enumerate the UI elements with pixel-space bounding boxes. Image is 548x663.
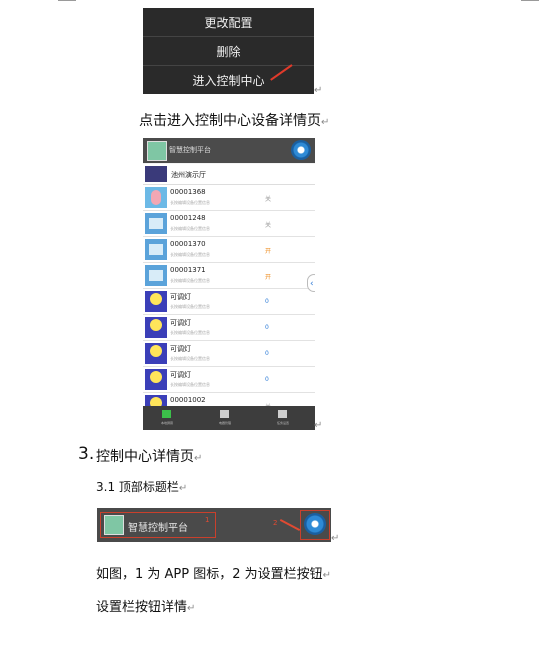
app-icon — [147, 141, 167, 161]
device-hint: 长按编辑设备位置信息 — [170, 330, 210, 335]
device-row[interactable]: 可调灯长按编辑设备位置信息 0 — [143, 341, 315, 367]
device-status[interactable]: 开 — [265, 272, 271, 281]
paragraph-mark: ↵ — [314, 420, 323, 431]
settings-button-detail-paragraph: 设置栏按钮详情↵ — [96, 600, 196, 615]
device-status[interactable]: 0 — [265, 376, 269, 383]
hall-name: 池州演示厅 — [171, 171, 206, 179]
device-name: 可调灯 — [170, 345, 191, 353]
subsection-title: 3.1 顶部标题栏↵ — [96, 480, 188, 494]
device-status[interactable]: 0 — [265, 350, 269, 357]
device-status[interactable]: 0 — [265, 298, 269, 305]
bulb-icon — [145, 291, 167, 312]
bottom-nav: 本地屏幕 电器管理 任务设置 — [143, 406, 315, 430]
side-collapse-handle[interactable]: ‹ — [307, 274, 315, 292]
device-hint: 长按编辑设备位置信息 — [170, 278, 210, 283]
phone-app-title: 智慧控制平台 — [169, 146, 211, 154]
nav-icon — [278, 410, 287, 418]
device-name: 00001002 — [170, 396, 206, 404]
callout-number-1: 1 — [205, 516, 210, 524]
title-bar-app-title: 智慧控制平台 — [128, 523, 188, 534]
device-status[interactable]: 关 — [265, 220, 271, 229]
section-title: 控制中心详情页↵ — [96, 449, 203, 465]
device-name: 可调灯 — [170, 371, 191, 379]
device-row[interactable]: 可调灯长按编辑设备位置信息 0 — [143, 289, 315, 315]
nav-item[interactable]: 任务设置 — [263, 408, 303, 428]
device-name: 00001370 — [170, 240, 206, 248]
menu-item-change-config[interactable]: 更改配置 — [143, 8, 314, 36]
settings-gear-icon[interactable] — [304, 513, 326, 535]
context-menu-screenshot: 更改配置 删除 进入控制中心 — [143, 8, 314, 94]
nav-item[interactable]: 本地屏幕 — [147, 408, 187, 428]
device-hint: 长按编辑设备位置信息 — [170, 382, 210, 387]
device-name: 00001248 — [170, 214, 206, 222]
switch-icon — [145, 265, 167, 286]
device-name: 可调灯 — [170, 319, 191, 327]
device-status[interactable]: 开 — [265, 246, 271, 255]
callout-number-2: 2 — [273, 519, 278, 527]
nav-icon — [220, 410, 229, 418]
callout-arrow-icon — [279, 518, 301, 532]
bulb-icon — [145, 369, 167, 390]
device-row[interactable]: 可调灯长按编辑设备位置信息 0 — [143, 367, 315, 393]
switch-icon — [145, 239, 167, 260]
nav-label: 电器管理 — [218, 421, 231, 425]
hall-header[interactable]: 池州演示厅 — [143, 164, 315, 185]
nav-label: 任务设置 — [276, 421, 289, 425]
title-bar-screenshot: 智慧控制平台 1 2 — [97, 508, 331, 542]
device-status[interactable]: 关 — [265, 194, 271, 203]
device-row[interactable]: 00001368 长按编辑设备位置信息 关 — [143, 185, 315, 211]
device-row[interactable]: 可调灯长按编辑设备位置信息 0 — [143, 315, 315, 341]
device-status[interactable]: 0 — [265, 324, 269, 331]
switch-icon — [145, 213, 167, 234]
device-hint: 长按编辑设备位置信息 — [170, 226, 210, 231]
page-corner-mark-left — [58, 0, 76, 1]
bulb-icon — [145, 343, 167, 364]
nav-item[interactable]: 电器管理 — [205, 408, 245, 428]
settings-gear-icon[interactable] — [291, 140, 311, 160]
device-hint: 长按编辑设备位置信息 — [170, 304, 210, 309]
bulb-icon — [145, 317, 167, 338]
paragraph-mark: ↵ — [314, 85, 323, 96]
section-number: 3. — [78, 444, 95, 464]
app-icon — [104, 515, 124, 535]
device-row[interactable]: 00001248 长按编辑设备位置信息 关 — [143, 211, 315, 237]
device-hint: 长按编辑设备位置信息 — [170, 356, 210, 361]
device-row[interactable]: 00001371 长按编辑设备位置信息 开 — [143, 263, 315, 289]
menu-item-delete[interactable]: 删除 — [143, 36, 314, 65]
device-name: 00001371 — [170, 266, 206, 274]
paragraph-mark: ↵ — [331, 533, 340, 544]
description-paragraph: 如图，1 为 APP 图标，2 为设置栏按钮↵ — [96, 567, 332, 582]
device-hint: 长按编辑设备位置信息 — [170, 200, 210, 205]
caption-enter-control-center: 点击进入控制中心设备详情页↵ — [139, 113, 330, 129]
device-name: 00001368 — [170, 188, 206, 196]
nav-icon — [162, 410, 171, 418]
nav-label: 本地屏幕 — [160, 421, 173, 425]
page-corner-mark-right — [521, 0, 539, 1]
device-icon — [145, 187, 167, 208]
device-row[interactable]: 00001370 长按编辑设备位置信息 开 — [143, 237, 315, 263]
device-hint: 长按编辑设备位置信息 — [170, 252, 210, 257]
menu-item-enter-control-center[interactable]: 进入控制中心 — [143, 65, 314, 94]
device-list-screenshot: 智慧控制平台 池州演示厅 00001368 长按编辑设备位置信息关 00001248… — [143, 138, 315, 430]
hall-image-icon — [145, 166, 167, 182]
device-name: 可调灯 — [170, 293, 191, 301]
phone-top-bar: 智慧控制平台 — [143, 138, 315, 163]
